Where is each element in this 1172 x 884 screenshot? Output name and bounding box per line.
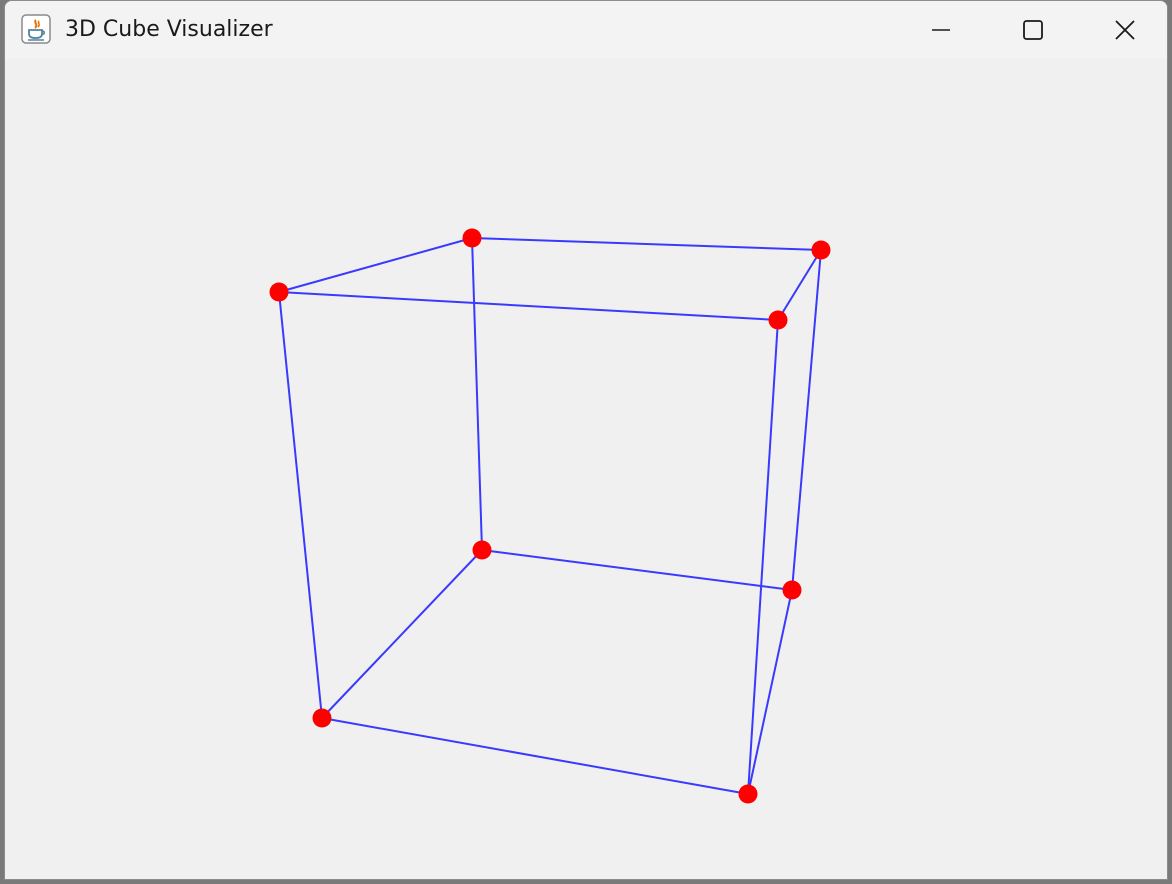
cube-vertex [312,708,332,728]
cube-vertex [269,282,289,302]
cube-edge [481,549,793,591]
cube-canvas[interactable] [5,59,1167,879]
cube-vertex [738,784,758,804]
cube-vertex [462,228,482,248]
cube-edge [321,549,483,719]
cube-vertex [782,580,802,600]
app-window: 3D Cube Visualizer [4,0,1168,880]
cube-edge [777,249,822,321]
window-title: 3D Cube Visualizer [65,17,273,42]
close-icon [1115,20,1135,40]
cube-edge [321,717,749,795]
cube-edge [278,237,473,293]
cube-wireframe [269,228,831,804]
cube-edge [791,249,822,591]
cube-edge [278,291,779,321]
cube-vertex [768,310,788,330]
cube-vertex [811,240,831,260]
cube-edge [471,237,822,251]
minimize-button[interactable] [895,1,987,59]
minimize-icon [932,29,950,31]
close-button[interactable] [1079,1,1167,59]
cube-vertex [472,540,492,560]
title-bar[interactable]: 3D Cube Visualizer [5,1,1167,59]
java-app-icon [21,14,51,44]
maximize-icon [1023,20,1043,40]
cube-edge [278,291,323,719]
maximize-button[interactable] [987,1,1079,59]
cube-edge [471,237,483,551]
